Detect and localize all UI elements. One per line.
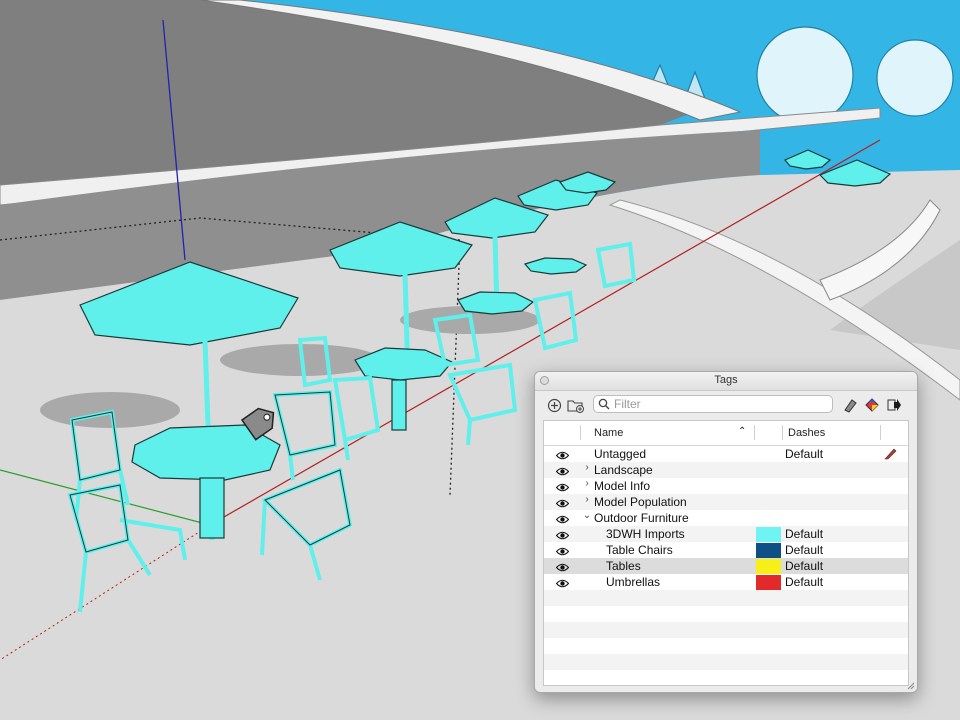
panel-toolbar [535,391,917,419]
tags-panel: Tags Name ⌃ Dashes [534,371,918,693]
empty-row [544,622,908,638]
add-folder-icon[interactable] [567,396,585,414]
tag-color-swatch[interactable] [756,559,781,574]
visibility-eye-icon[interactable] [555,481,570,495]
add-tag-icon[interactable] [545,396,563,414]
export-icon[interactable] [885,396,903,414]
tag-color-swatch[interactable] [756,527,781,542]
filter-input[interactable] [614,397,824,411]
sort-chevron-icon[interactable]: ⌃ [738,426,746,437]
tag-row[interactable]: › Landscape [544,462,908,478]
tag-dashes[interactable]: Default [785,575,823,589]
tag-row[interactable]: Tables Default [544,558,908,574]
empty-row [544,654,908,670]
tag-dashes[interactable]: Default [785,543,823,557]
visibility-eye-icon[interactable] [555,577,570,591]
panel-titlebar: Tags [535,372,917,391]
tag-dashes[interactable]: Default [785,527,823,541]
tag-row[interactable]: › Model Population [544,494,908,510]
chevron-down-icon[interactable]: ⌄ [582,510,592,521]
tag-row[interactable]: ⌄ Outdoor Furniture [544,510,908,526]
empty-row [544,606,908,622]
tags-rows: Untagged Default › Landscape › Model Info › Mod… [544,446,908,685]
empty-row [544,590,908,606]
empty-row [544,638,908,654]
tag-color-swatch[interactable] [756,543,781,558]
tag-row[interactable]: › Model Info [544,478,908,494]
tag-name[interactable]: 3DWH Imports [606,527,685,541]
visibility-eye-icon[interactable] [555,545,570,559]
visibility-eye-icon[interactable] [555,497,570,511]
tag-color-swatch[interactable] [756,575,781,590]
tag-name[interactable]: Table Chairs [606,543,673,557]
tag-dashes[interactable]: Default [785,559,823,573]
tag-row[interactable]: Table Chairs Default [544,542,908,558]
table-header: Name ⌃ Dashes [544,421,908,446]
chevron-right-icon[interactable]: › [582,494,592,505]
column-dashes-header[interactable]: Dashes [788,427,825,439]
tag-name[interactable]: Model Population [594,495,687,509]
tag-dashes[interactable]: Default [785,447,823,461]
tag-name[interactable]: Model Info [594,479,650,493]
active-tag-pencil-icon [884,447,897,463]
resize-grip-icon[interactable] [907,682,915,690]
color-by-tag-icon[interactable] [841,396,859,414]
visibility-eye-icon[interactable] [555,465,570,479]
tag-row[interactable]: Umbrellas Default [544,574,908,590]
tag-row[interactable]: 3DWH Imports Default [544,526,908,542]
tag-name[interactable]: Untagged [594,447,646,461]
details-icon[interactable] [863,396,881,414]
visibility-eye-icon[interactable] [555,449,570,463]
tag-row[interactable]: Untagged Default [544,446,908,462]
panel-title: Tags [714,374,738,386]
tag-name[interactable]: Outdoor Furniture [594,511,689,525]
tags-table: Name ⌃ Dashes Untagged Default › Landscape ›… [543,420,909,686]
chevron-right-icon[interactable]: › [582,478,592,489]
column-name-header[interactable]: Name [594,427,623,439]
tag-name[interactable]: Umbrellas [606,575,660,589]
tag-name[interactable]: Landscape [594,463,653,477]
empty-row [544,670,908,685]
visibility-eye-icon[interactable] [555,529,570,543]
search-icon [598,398,610,410]
visibility-eye-icon[interactable] [555,513,570,527]
visibility-eye-icon[interactable] [555,561,570,575]
filter-search[interactable] [593,395,833,413]
chevron-right-icon[interactable]: › [582,462,592,473]
tag-name[interactable]: Tables [606,559,641,573]
